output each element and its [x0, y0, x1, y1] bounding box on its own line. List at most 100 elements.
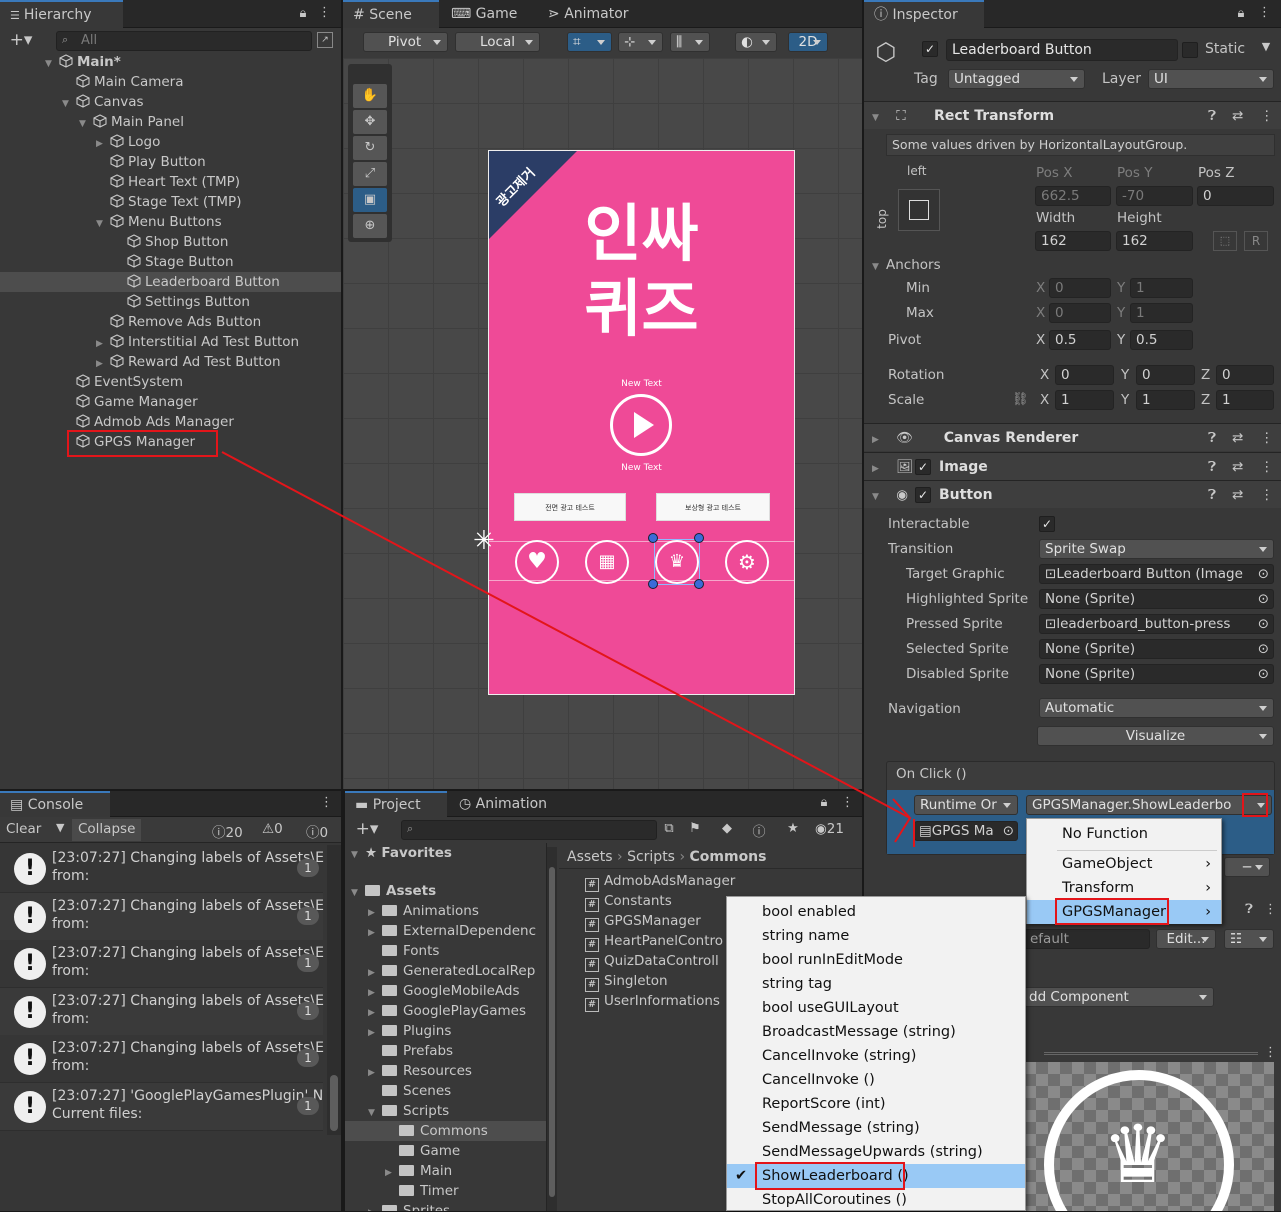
more-menu-icon[interactable]: ⋮: [318, 5, 331, 20]
posx-field[interactable]: 662.5: [1035, 186, 1111, 206]
component-menu-icon[interactable]: ⋮: [1260, 102, 1274, 130]
tab-game[interactable]: ⌨ Game: [441, 0, 531, 28]
hierarchy-item[interactable]: Leaderboard Button: [0, 272, 341, 292]
breadcrumb-scripts[interactable]: Scripts: [627, 849, 675, 865]
material-options-dropdown[interactable]: ☷: [1224, 929, 1274, 949]
transform-tool-icon[interactable]: ⊕: [353, 214, 387, 238]
hierarchy-item[interactable]: ▶ Interstitial Ad Test Button: [0, 332, 341, 352]
grid-snap-button[interactable]: ⌗: [567, 32, 612, 52]
layer-dropdown[interactable]: UI: [1148, 69, 1274, 89]
collapsed-arrow-icon[interactable]: ▶: [385, 1163, 395, 1183]
lock-icon[interactable]: 🔒︎: [296, 6, 310, 21]
expanded-arrow-icon[interactable]: ▼: [62, 94, 72, 114]
collapsed-arrow-icon[interactable]: ▶: [368, 1023, 378, 1043]
error-toggle[interactable]: ⓘ0: [306, 821, 328, 841]
project-folder-item[interactable]: ▶ Main: [345, 1161, 546, 1181]
play-button[interactable]: [610, 394, 672, 456]
active-checkbox[interactable]: ✓: [922, 41, 938, 57]
disabled-sprite-field[interactable]: None (Sprite) ⊙: [1039, 664, 1274, 684]
project-folder-item[interactable]: Timer: [345, 1181, 546, 1201]
shading-toggle[interactable]: ◐: [735, 32, 777, 52]
pressed-sprite-field[interactable]: ⊡leaderboard_button-press ⊙: [1039, 614, 1274, 634]
console-log-row[interactable]: ! [23:07:27] 'GooglePlayGamesPlugin' N Cu…: [0, 1082, 323, 1131]
inspector-more-icon[interactable]: ⋮: [1258, 5, 1271, 20]
target-object-field[interactable]: ▤GPGS Ma ⊙: [914, 821, 1018, 841]
hierarchy-item[interactable]: Main Camera: [0, 72, 341, 92]
project-folder-item[interactable]: ▼ Scripts: [345, 1101, 546, 1121]
project-tree-scrollbar-thumb[interactable]: [549, 867, 555, 1197]
material-menu-icon[interactable]: ⋮: [1264, 902, 1277, 917]
object-picker-icon[interactable]: ⊙: [1258, 640, 1269, 658]
expanded-arrow-icon[interactable]: ▼: [351, 883, 361, 903]
stage-button[interactable]: ▦: [585, 540, 629, 584]
search-scope-icon[interactable]: ⧉: [661, 821, 677, 836]
collapsed-arrow-icon[interactable]: ▶: [368, 1063, 378, 1083]
project-folder-item[interactable]: ▶ Plugins: [345, 1021, 546, 1041]
project-folder-item[interactable]: ▼ ★ Favorites: [345, 843, 546, 863]
hierarchy-item[interactable]: Stage Text (TMP): [0, 192, 341, 212]
static-dropdown-arrow[interactable]: ▼: [1260, 40, 1272, 53]
width-field[interactable]: 162: [1035, 231, 1111, 251]
interstitial-ad-test-button[interactable]: 전면 광고 테스트: [514, 493, 626, 521]
image-header[interactable]: ▶ 🖼︎ ✓ Image ❓︎ ⇄ ⋮: [864, 452, 1281, 480]
button-enabled-checkbox[interactable]: ✓: [915, 487, 931, 503]
move-tool-icon[interactable]: ✥: [353, 110, 387, 134]
handle-br[interactable]: [694, 579, 704, 589]
project-folder-item[interactable]: ▶ Sprites: [345, 1201, 546, 1211]
tab-console[interactable]: ▤ Console: [0, 791, 110, 817]
console-log-row[interactable]: ! [23:07:27] Changing labels of Assets\E …: [0, 845, 324, 893]
hierarchy-item[interactable]: Remove Ads Button: [0, 312, 341, 332]
hierarchy-item[interactable]: ▼ Main*: [0, 52, 341, 72]
method-menu-item[interactable]: ReportScore (int): [727, 1092, 1025, 1116]
anchor-gizmo-icon[interactable]: ✳: [473, 526, 495, 556]
help-icon[interactable]: ❓︎: [1208, 424, 1216, 452]
material-field[interactable]: efault: [1024, 929, 1150, 949]
collapsed-arrow-icon[interactable]: ▶: [368, 1003, 378, 1023]
project-create-plus-icon[interactable]: +▾: [351, 819, 383, 839]
tag-dropdown[interactable]: Untagged: [948, 69, 1085, 89]
settings-button[interactable]: ⚙: [725, 540, 769, 584]
expanded-arrow-icon[interactable]: ▼: [368, 1103, 378, 1123]
edit-material-button[interactable]: Edit...: [1156, 929, 1216, 949]
project-folder-item[interactable]: ▶ GeneratedLocalRep: [345, 961, 546, 981]
rotate-tool-icon[interactable]: ↻: [353, 136, 387, 160]
posy-field[interactable]: -70: [1116, 186, 1193, 206]
script-file-item[interactable]: # AdmobAdsManager: [559, 871, 862, 892]
console-log-row[interactable]: ! [23:07:27] Changing labels of Assets\E …: [0, 987, 324, 1036]
local-dropdown[interactable]: Local: [455, 32, 540, 52]
project-folder-item[interactable]: ▶ ExternalDependenc: [345, 921, 546, 941]
visualize-button[interactable]: Visualize: [1037, 726, 1274, 746]
method-menu-item[interactable]: bool runInEditMode: [727, 948, 1025, 972]
favorites-star-icon[interactable]: ★: [785, 821, 801, 836]
tab-scene[interactable]: # Scene: [343, 0, 439, 28]
breadcrumb-commons[interactable]: Commons: [690, 849, 767, 865]
project-lock-icon[interactable]: 🔒︎: [817, 795, 831, 810]
collapsed-arrow-icon[interactable]: ▶: [368, 923, 378, 943]
project-folder-item[interactable]: Fonts: [345, 941, 546, 961]
tab-project[interactable]: ▬ Project: [345, 791, 447, 817]
component-menu-icon[interactable]: ⋮: [1260, 453, 1274, 481]
collapsed-arrow-icon[interactable]: ▶: [96, 354, 106, 374]
hierarchy-item[interactable]: ▼ Canvas: [0, 92, 341, 112]
method-menu-item[interactable]: CancelInvoke (): [727, 1068, 1025, 1092]
posz-field[interactable]: 0: [1197, 186, 1274, 206]
remove-entry-button[interactable]: −: [1224, 857, 1270, 877]
scene-visibility-icon[interactable]: ↗: [317, 32, 333, 48]
handle-tl[interactable]: [648, 533, 658, 543]
reward-ad-test-button[interactable]: 보상형 광고 테스트: [656, 493, 770, 521]
method-menu-item[interactable]: string tag: [727, 972, 1025, 996]
project-folder-item[interactable]: ▶ GooglePlayGames: [345, 1001, 546, 1021]
console-scrollbar-thumb[interactable]: [330, 1075, 338, 1131]
hierarchy-item[interactable]: Play Button: [0, 152, 341, 172]
collapsed-arrow-icon[interactable]: ▶: [368, 963, 378, 983]
method-menu-item[interactable]: bool enabled: [727, 900, 1025, 924]
handle-tr[interactable]: [694, 533, 704, 543]
hierarchy-item[interactable]: ▼ Menu Buttons: [0, 212, 341, 232]
expanded-arrow-icon[interactable]: ▼: [351, 845, 361, 865]
method-menu-item[interactable]: StopAllCoroutines (): [727, 1188, 1025, 1212]
add-component-button[interactable]: dd Component: [1024, 987, 1214, 1007]
increment-snap-button[interactable]: ⊹: [618, 32, 663, 52]
hierarchy-item[interactable]: Admob Ads Manager: [0, 412, 341, 432]
clear-options-arrow[interactable]: ▼: [56, 821, 64, 834]
hierarchy-item[interactable]: Stage Button: [0, 252, 341, 272]
